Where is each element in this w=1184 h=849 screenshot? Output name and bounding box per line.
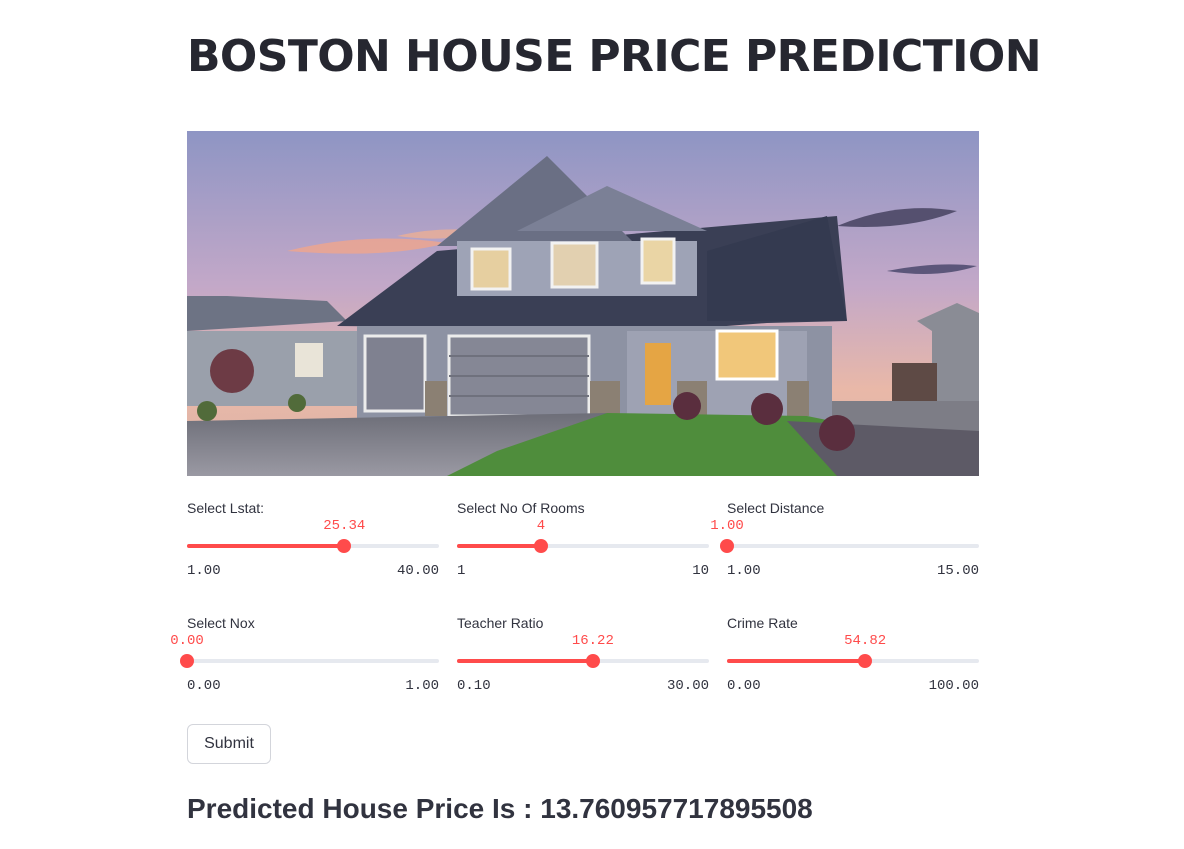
- predicted-price-result: Predicted House Price Is : 13.7609577178…: [187, 793, 813, 824]
- slider-track-fill: [457, 544, 541, 548]
- slider-thumb[interactable]: [533, 539, 548, 553]
- slider-label: Select No Of Rooms: [457, 500, 585, 516]
- teacher-ratio-slider: Teacher Ratio 16.22 0.10 30.00: [457, 615, 709, 705]
- slider-max-label: 100.00: [928, 678, 979, 694]
- lstat-slider: Select Lstat: 25.34 1.00 40.00: [187, 500, 439, 590]
- crime-rate-slider: Crime Rate 54.82 0.00 100.00: [727, 615, 979, 705]
- slider-label: Select Distance: [727, 500, 825, 516]
- slider-thumb[interactable]: [585, 654, 600, 668]
- house-hero-image: [187, 131, 979, 476]
- slider-min-label: 1: [457, 563, 466, 579]
- slider-thumb[interactable]: [858, 654, 873, 668]
- slider-label: Crime Rate: [727, 615, 798, 631]
- slider-value: 16.22: [571, 633, 614, 649]
- submit-button[interactable]: Submit: [187, 724, 271, 764]
- rooms-slider: Select No Of Rooms 4 1 10: [457, 500, 709, 590]
- nox-slider: Select Nox 0.00 0.00 1.00: [170, 615, 439, 705]
- slider-label: Teacher Ratio: [457, 615, 544, 631]
- slider-track-fill: [187, 544, 345, 548]
- slider-max-label: 10: [692, 563, 709, 579]
- slider-max-label: 30.00: [666, 678, 709, 694]
- slider-label: Select Nox: [187, 615, 255, 631]
- slider-track[interactable]: [180, 654, 439, 668]
- slider-track[interactable]: [457, 654, 709, 668]
- slider-value: 0.00: [170, 633, 204, 649]
- slider-track[interactable]: [727, 654, 979, 668]
- distance-slider: Select Distance 1.00 1.00 15.00: [710, 500, 979, 590]
- slider-min-label: 0.00: [727, 678, 761, 694]
- slider-track[interactable]: [720, 539, 979, 553]
- slider-value: 54.82: [844, 633, 887, 649]
- slider-value: 1.00: [710, 518, 744, 534]
- slider-track-fill: [457, 659, 593, 663]
- slider-value: 4: [536, 518, 546, 534]
- slider-label: Select Lstat:: [187, 500, 265, 516]
- slider-thumb[interactable]: [180, 654, 194, 668]
- slider-thumb[interactable]: [720, 539, 734, 553]
- page-title: BOSTON HOUSE PRICE PREDICTION: [187, 31, 1042, 82]
- slider-max-label: 1.00: [405, 678, 439, 694]
- slider-min-label: 1.00: [187, 563, 221, 579]
- slider-min-label: 0.10: [457, 678, 491, 694]
- slider-max-label: 15.00: [936, 563, 979, 579]
- slider-track-fill: [727, 659, 866, 663]
- slider-min-label: 1.00: [727, 563, 761, 579]
- slider-track[interactable]: [457, 539, 709, 553]
- slider-value: 25.34: [323, 518, 366, 534]
- slider-thumb[interactable]: [337, 539, 352, 553]
- slider-max-label: 40.00: [396, 563, 439, 579]
- slider-min-label: 0.00: [187, 678, 221, 694]
- slider-track[interactable]: [187, 539, 439, 553]
